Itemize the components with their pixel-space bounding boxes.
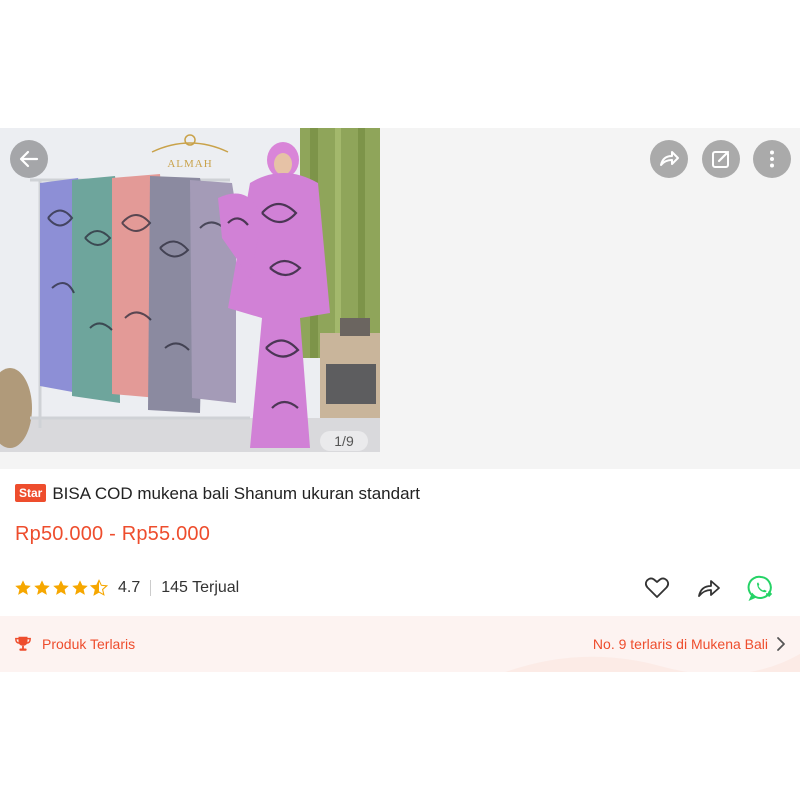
edit-icon	[712, 150, 730, 168]
rating-row[interactable]: 4.7 145 Terjual	[14, 575, 239, 601]
share-icon	[698, 580, 720, 597]
product-title-row: Star BISA COD mukena bali Shanum ukuran …	[15, 483, 785, 505]
like-button[interactable]	[642, 574, 672, 602]
star-icon	[34, 580, 50, 595]
heart-icon	[644, 577, 670, 598]
rating-stars	[14, 579, 109, 597]
share-icon	[660, 151, 679, 166]
product-photo[interactable]: ALMAH 1/9	[0, 128, 380, 452]
chevron-right-icon	[777, 637, 785, 651]
bestseller-rank-link[interactable]: No. 9 terlaris di Mukena Bali	[593, 636, 786, 652]
more-vertical-icon	[770, 150, 774, 168]
star-icon	[15, 580, 31, 595]
product-page: ALMAH 1/9 Star BISA COD mukena bali Shan…	[0, 0, 800, 800]
star-half-icon	[90, 579, 108, 596]
bestseller-label-group: Produk Terlaris	[14, 635, 135, 653]
more-options-button[interactable]	[753, 140, 791, 178]
back-button[interactable]	[10, 140, 48, 178]
arrow-left-icon	[19, 150, 39, 168]
divider	[150, 580, 152, 596]
star-seller-badge: Star	[15, 484, 47, 502]
edit-button[interactable]	[702, 140, 740, 178]
bestseller-bar[interactable]: Produk Terlaris No. 9 terlaris di Mukena…	[0, 616, 800, 672]
bestseller-label: Produk Terlaris	[42, 636, 136, 652]
star-icon	[72, 580, 88, 595]
product-photo-illustration	[0, 128, 380, 452]
whatsapp-icon	[747, 575, 773, 601]
brand-watermark-text: ALMAH	[167, 158, 213, 170]
whatsapp-share-button[interactable]	[746, 574, 776, 602]
share-button[interactable]	[650, 140, 688, 178]
bestseller-rank-text: No. 9 terlaris di Mukena Bali	[592, 636, 768, 652]
rating-value: 4.7	[118, 579, 141, 596]
product-title: BISA COD mukena bali Shanum ukuran stand…	[52, 484, 420, 503]
product-image-gallery[interactable]: ALMAH 1/9	[0, 128, 800, 469]
product-price: Rp50.000 - Rp55.000	[15, 523, 211, 545]
star-icon	[53, 580, 69, 595]
sold-count: 145 Terjual	[161, 579, 240, 596]
trophy-icon	[15, 636, 31, 651]
share-product-button[interactable]	[694, 574, 724, 602]
image-counter: 1/9	[320, 431, 368, 451]
